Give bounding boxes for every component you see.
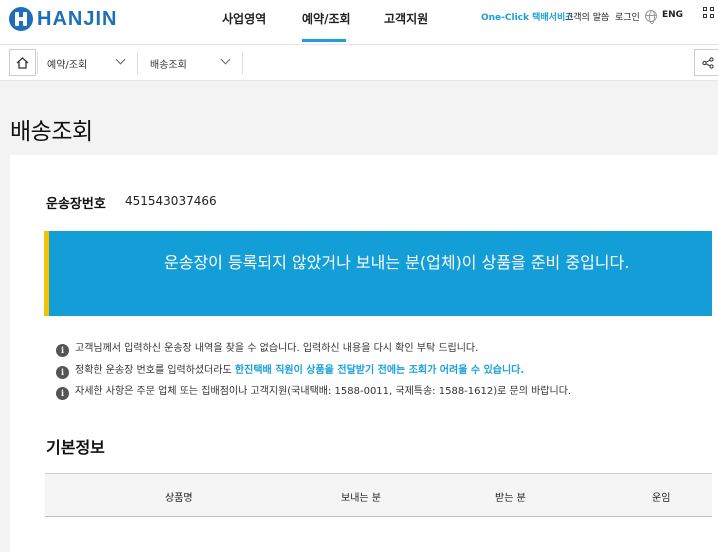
hanjin-logo-mark-icon [9,7,33,31]
lang-eng-link[interactable]: ENG [662,10,683,20]
login-link[interactable]: 로그인 [615,10,640,23]
chevron-down-icon[interactable] [220,54,231,65]
breadcrumb: 예약/조회 배송조회 [0,44,718,81]
logo-text: HANJIN [37,7,118,30]
customer-voice-link[interactable]: 고객의 말씀 [565,10,609,23]
invoice-label: 운송장번호 [46,197,106,212]
oneclick-link[interactable]: One-Click 택배서비스 [481,10,574,23]
hanjin-logo[interactable]: HANJIN [9,6,117,32]
column-header-receiver: 받는 분 [495,493,526,504]
breadcrumb-level2[interactable]: 배송조회 [150,56,187,71]
info-icon: i [56,387,69,400]
notice-text: 자세한 사항은 주문 업체 또는 집배점이나 고객지원(국내택배: 1588-0… [75,386,572,397]
chevron-down-icon[interactable] [115,54,126,65]
share-icon [701,56,714,69]
column-header-sender: 보내는 분 [341,493,381,504]
notice-item: i 고객님께서 입력하신 운송장 내역을 찾을 수 없습니다. 입력하신 내용을 … [56,339,478,357]
home-icon [16,56,29,69]
notice-item: i 자세한 사항은 주문 업체 또는 집배점이나 고객지원(국내택배: 1588-… [56,382,571,400]
column-header-fare: 운임 [652,493,671,504]
breadcrumb-level1[interactable]: 예약/조회 [47,56,87,71]
breadcrumb-divider [137,52,138,74]
share-button[interactable] [694,49,718,76]
status-message-box: 운송장이 등록되지 않았거나 보내는 분(업체)이 상품을 준비 중입니다. [44,231,712,316]
page-title: 배송조회 [10,119,93,145]
globe-icon [645,10,657,24]
notice-text: 정확한 운송장 번호를 입력하셨더라도 [75,365,235,376]
menu-grid-icon[interactable] [703,7,718,23]
basic-info-title: 기본정보 [46,438,105,457]
column-header-product: 상품명 [165,493,193,504]
breadcrumb-divider [37,52,38,74]
nav-support[interactable]: 고객지원 [384,10,428,27]
notice-highlight-text: 한진택배 직원이 상품을 전달받기 전에는 조회가 어려울 수 있습니다. [234,365,525,376]
home-button[interactable] [9,49,36,76]
nav-business[interactable]: 사업영역 [222,10,266,27]
notice-text: 고객님께서 입력하신 운송장 내역을 찾을 수 없습니다. 입력하신 내용을 다… [75,343,479,354]
info-icon: i [56,344,69,357]
invoice-number: 451543037466 [125,194,217,208]
notice-item: i 정확한 운송장 번호를 입력하셨더라도 한진택배 직원이 상품을 전달받기 전… [56,361,524,379]
top-header: HANJIN 사업영역 예약/조회 고객지원 One-Click 택배서비스 고… [0,0,718,44]
breadcrumb-divider [242,52,243,74]
info-icon: i [56,366,69,379]
basic-info-table-header: 상품명 보내는 분 받는 분 운임 [45,473,712,517]
active-nav-indicator [302,39,346,42]
nav-reservation[interactable]: 예약/조회 [302,10,351,27]
status-message: 운송장이 등록되지 않았거나 보내는 분(업체)이 상품을 준비 중입니다. [164,253,630,272]
